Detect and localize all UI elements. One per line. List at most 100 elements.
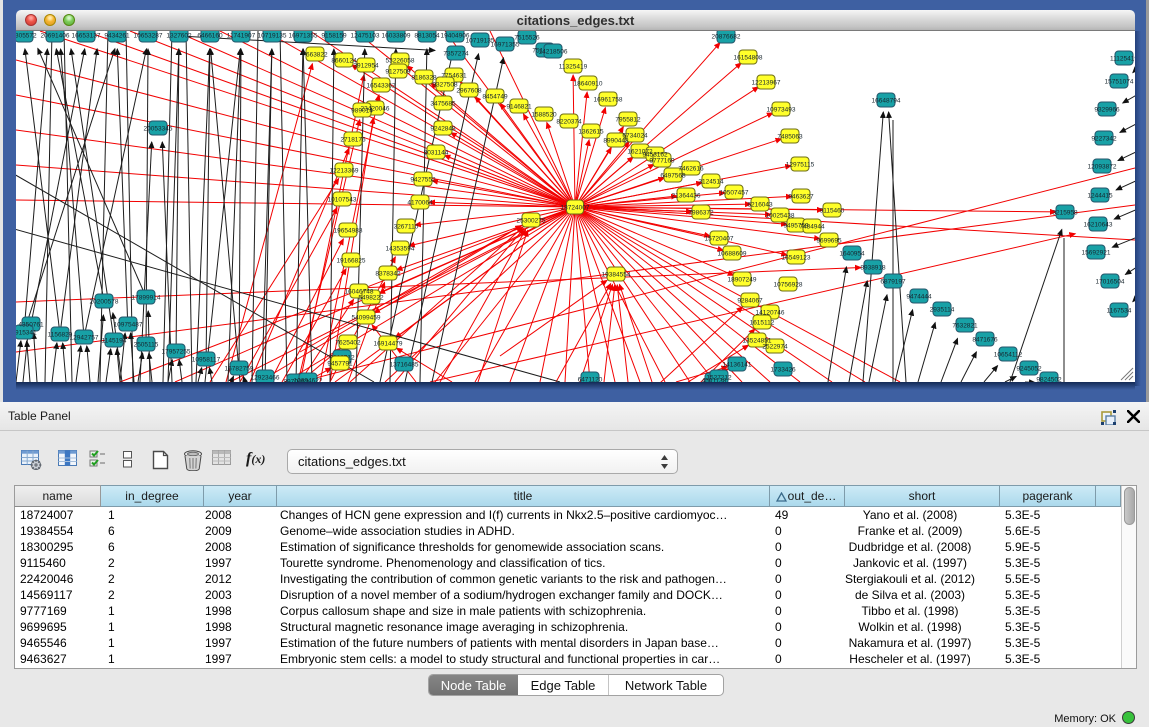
svg-text:54099459: 54099459	[352, 315, 381, 322]
svg-text:6734024: 6734024	[622, 133, 648, 140]
svg-text:10958117: 10958117	[192, 357, 221, 364]
svg-text:9329966: 9329966	[1094, 107, 1120, 114]
svg-text:16210643: 16210643	[1084, 222, 1113, 229]
svg-text:8220374: 8220374	[556, 119, 582, 126]
svg-text:2305572: 2305572	[16, 33, 37, 40]
svg-text:1615112: 1615112	[750, 320, 775, 327]
svg-text:3475685: 3475685	[430, 101, 456, 108]
svg-text:9434261: 9434261	[104, 33, 130, 40]
svg-text:11125419: 11125419	[1110, 56, 1135, 63]
svg-text:2967608: 2967608	[456, 88, 482, 95]
svg-text:6497568: 6497568	[660, 173, 686, 180]
svg-text:1145194: 1145194	[102, 338, 127, 345]
svg-text:15751074: 15751074	[1105, 79, 1134, 86]
svg-text:9284067: 9284067	[737, 298, 763, 305]
svg-text:10107543: 10107543	[328, 197, 357, 204]
svg-text:10654112: 10654112	[994, 352, 1023, 359]
svg-text:2505115: 2505115	[134, 342, 159, 349]
svg-text:1527212: 1527212	[706, 375, 732, 382]
svg-text:20053346: 20053346	[144, 126, 173, 133]
svg-text:16033809: 16033809	[382, 33, 411, 40]
svg-text:1167534: 1167534	[1107, 308, 1132, 315]
svg-text:9463627: 9463627	[788, 194, 814, 201]
svg-text:2718176: 2718176	[340, 137, 366, 144]
svg-text:10973493: 10973493	[767, 107, 796, 114]
svg-text:6466160: 6466160	[197, 33, 223, 40]
svg-text:16653137: 16653137	[72, 33, 101, 40]
svg-text:15720407: 15720407	[705, 236, 734, 243]
svg-text:9427552: 9427552	[410, 177, 436, 184]
svg-text:7754631: 7754631	[441, 73, 467, 80]
svg-text:12213369: 12213369	[330, 168, 359, 175]
svg-text:10719135: 10719135	[258, 33, 287, 40]
svg-text:1733426: 1733426	[770, 367, 796, 374]
svg-text:9327508: 9327508	[432, 82, 458, 89]
svg-text:16961758: 16961758	[594, 97, 623, 104]
svg-text:7462616: 7462616	[678, 166, 704, 173]
svg-text:6879197: 6879197	[880, 279, 906, 286]
svg-text:16971355: 16971355	[491, 42, 520, 49]
svg-text:9474444: 9474444	[906, 294, 932, 301]
svg-text:20691406: 20691406	[41, 33, 70, 40]
svg-text:12975115: 12975115	[786, 162, 815, 169]
svg-text:2522974: 2522974	[762, 344, 788, 351]
svg-text:12213967: 12213967	[752, 80, 781, 87]
svg-text:3124514: 3124514	[698, 179, 724, 186]
svg-text:14353594: 14353594	[386, 246, 415, 253]
svg-text:16782759: 16782759	[225, 366, 254, 373]
svg-text:7484944: 7484944	[799, 224, 825, 231]
svg-text:4350761: 4350761	[18, 322, 44, 329]
svg-text:53226058: 53226058	[386, 58, 415, 65]
svg-text:989014: 989014	[351, 108, 373, 115]
svg-text:14136141: 14136141	[723, 362, 752, 369]
svg-text:3215958: 3215958	[1052, 210, 1078, 217]
svg-text:17957255: 17957255	[162, 349, 191, 356]
svg-text:8031144: 8031144	[424, 150, 449, 157]
svg-text:19166825: 19166825	[337, 258, 366, 265]
svg-text:10025438: 10025438	[766, 213, 795, 220]
svg-text:8813054: 8813054	[414, 33, 440, 40]
svg-text:7632821: 7632821	[952, 323, 978, 330]
svg-text:9227342: 9227342	[1091, 136, 1117, 143]
svg-text:21364436: 21364436	[672, 193, 701, 200]
svg-text:9242848: 9242848	[430, 126, 456, 133]
svg-text:16648794: 16648794	[872, 98, 901, 105]
svg-text:14218506: 14218506	[539, 49, 568, 56]
svg-text:11741907: 11741907	[227, 33, 256, 40]
svg-text:9457791: 9457791	[327, 361, 353, 368]
svg-text:9127509: 9127509	[385, 69, 411, 76]
svg-text:9699695: 9699695	[816, 238, 842, 245]
svg-text:7485063: 7485063	[777, 134, 803, 141]
svg-text:10975487: 10975487	[114, 322, 143, 329]
svg-text:12093872: 12093872	[1088, 164, 1117, 171]
svg-text:8186328: 8186328	[411, 75, 437, 82]
svg-text:10756928: 10756928	[774, 282, 803, 289]
svg-text:3915341: 3915341	[16, 330, 37, 337]
svg-text:9777169: 9777169	[649, 158, 675, 165]
svg-text:1640954: 1640954	[839, 251, 865, 258]
svg-text:17016504: 17016504	[1096, 279, 1125, 286]
svg-text:10507457: 10507457	[720, 190, 749, 197]
svg-text:1327602: 1327602	[166, 33, 192, 40]
svg-text:12923466: 12923466	[251, 375, 280, 382]
svg-text:10688609: 10688609	[718, 251, 747, 258]
svg-text:18724007: 18724007	[561, 205, 590, 212]
svg-text:3267110: 3267110	[394, 224, 419, 231]
svg-text:7357274: 7357274	[443, 51, 469, 58]
svg-text:14120746: 14120746	[756, 310, 785, 317]
svg-text:16154808: 16154808	[734, 55, 763, 62]
svg-text:12942757: 12942757	[70, 335, 99, 342]
svg-text:7986372: 7986372	[688, 210, 714, 217]
svg-text:13716485: 13716485	[390, 362, 419, 369]
svg-text:7663822: 7663822	[302, 52, 328, 59]
svg-text:18640910: 18640910	[574, 81, 603, 88]
svg-text:25300275: 25300275	[517, 218, 546, 225]
svg-text:1362615: 1362615	[578, 129, 604, 136]
svg-text:9115460: 9115460	[820, 208, 845, 215]
svg-text:9146821: 9146821	[506, 104, 532, 111]
svg-text:11325419: 11325419	[559, 64, 588, 71]
svg-text:6216043: 6216043	[747, 202, 773, 209]
svg-text:16914479: 16914479	[374, 341, 403, 348]
svg-text:16971355: 16971355	[289, 33, 318, 40]
svg-text:20200578: 20200578	[90, 299, 119, 306]
